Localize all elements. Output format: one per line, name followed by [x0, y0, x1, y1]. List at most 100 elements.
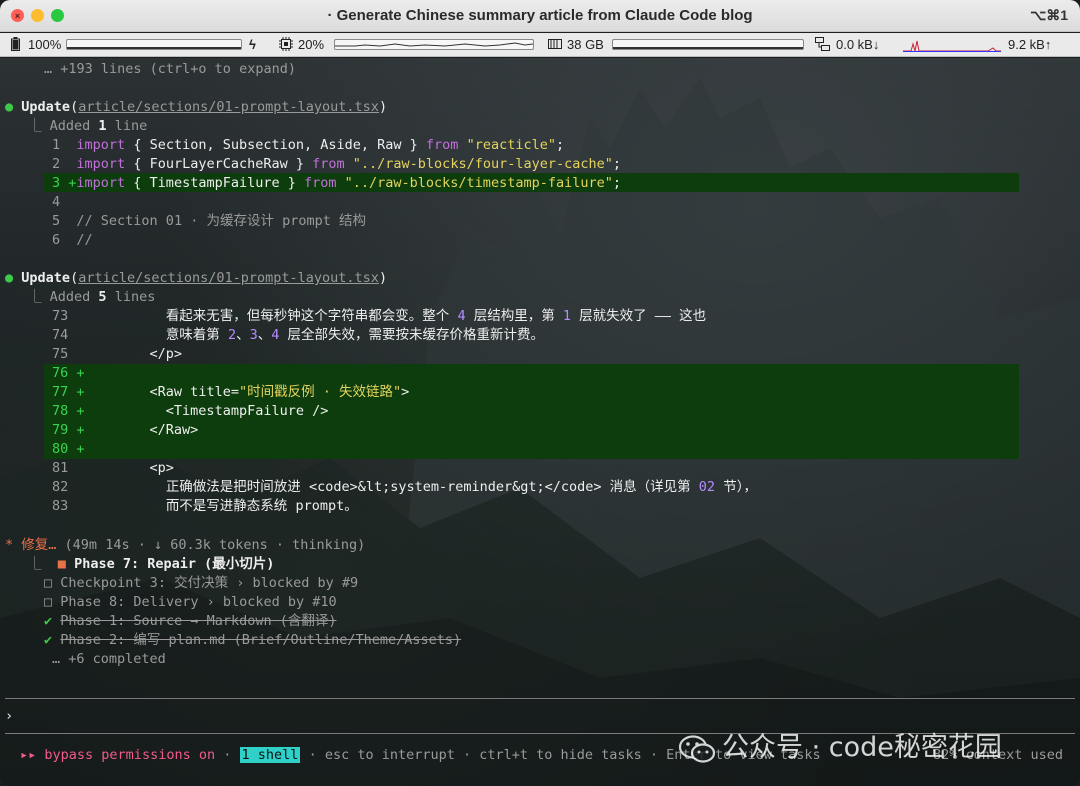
line-number: 78 +	[52, 403, 85, 419]
diff-line: 6 //	[52, 231, 93, 250]
line-number: 2	[52, 156, 61, 172]
summary-prefix: Added	[49, 118, 99, 134]
code: 、	[236, 327, 250, 343]
update-label: Update	[21, 270, 71, 286]
code: 意味着第	[165, 327, 228, 343]
code: 层结构里，第	[465, 308, 563, 324]
code: <p>	[149, 460, 174, 476]
update-label: Update	[21, 99, 71, 115]
cpu-graph	[334, 39, 534, 50]
diff-line-added: 76 +	[52, 364, 85, 383]
battery-bar	[66, 39, 242, 50]
summary-suffix: lines	[106, 289, 156, 305]
line-number: 82	[52, 479, 69, 495]
code: 层全部失效，需要按未缓存价格重新计费。	[279, 327, 545, 343]
status-dot-icon: ●	[5, 99, 14, 115]
task-text: Phase 2: 编写 plan.md (Brief/Outline/Theme…	[60, 632, 462, 648]
spinner-icon: *	[5, 537, 14, 553]
code: <TimestampFailure />	[165, 403, 329, 419]
keyword: import	[76, 175, 126, 191]
thinking-label: 修复…	[21, 537, 57, 553]
network-up-value: 9.2 kB↑	[1008, 37, 1052, 52]
string: "时间戳反例 · 失效链路"	[238, 384, 402, 400]
code: 节），	[715, 479, 757, 495]
task-text: Phase 7: Repair (最小切片)	[74, 556, 275, 572]
diff-line: 81 <p>	[52, 459, 174, 478]
title-bar: × · Generate Chinese summary article fro…	[0, 0, 1080, 32]
string: "../raw-blocks/four-layer-cache"	[352, 156, 613, 172]
line-number: 83	[52, 498, 69, 514]
line-number: 6	[52, 232, 61, 248]
keyword: from	[303, 175, 337, 191]
terminal-pane[interactable]: … +193 lines (ctrl+o to expand) ● Update…	[0, 58, 1080, 786]
line-number: 77 +	[52, 384, 85, 400]
prompt-input[interactable]: ›	[5, 707, 1075, 726]
code: ;	[612, 156, 622, 172]
window-shortcut: ⌥⌘1	[1030, 7, 1068, 23]
diff-line-added: 79 + </Raw>	[52, 421, 198, 440]
wechat-icon	[678, 734, 716, 763]
code: 层就失效了 —— 这也	[571, 308, 707, 324]
number: 3	[249, 327, 258, 343]
line-number: 5	[52, 213, 61, 229]
code: 、	[257, 327, 272, 343]
task-item-done: ✔ Phase 2: 编写 plan.md (Brief/Outline/The…	[44, 631, 461, 650]
check-icon: ✔	[44, 613, 53, 629]
collapsed-output[interactable]: … +193 lines (ctrl+o to expand)	[44, 60, 296, 79]
cpu-value: 20%	[298, 37, 325, 52]
thinking-meta: (49m 14s · ↓ 60.3k tokens · thinking)	[56, 537, 366, 553]
task-pending-icon: □	[44, 594, 53, 610]
line-number: 1	[52, 137, 61, 153]
diff-line: 74 意味着第 2、3、4 层全部失效，需要按未缓存价格重新计费。	[52, 326, 544, 345]
task-text: Phase 8: Delivery › blocked by #10	[60, 594, 337, 610]
task-item: □ Checkpoint 3: 交付决策 › blocked by #9	[44, 574, 358, 593]
diff-line: 2 import { FourLayerCacheRaw } from "../…	[52, 155, 621, 174]
task-item: □ Phase 8: Delivery › blocked by #10	[44, 593, 337, 612]
keyword: from	[425, 137, 459, 153]
keyword: from	[312, 156, 345, 172]
summary-prefix: Added	[49, 289, 99, 305]
line-number: 3 +	[52, 175, 77, 191]
task-item-active: ⎿ ■ Phase 7: Repair (最小切片)	[28, 556, 275, 572]
summary-count: 5	[98, 289, 107, 305]
line-number: 76 +	[52, 365, 85, 381]
update-entry-1[interactable]: ● Update(article/sections/01-prompt-layo…	[5, 98, 387, 117]
thinking-status: * 修复… (49m 14s · ↓ 60.3k tokens · thinki…	[5, 536, 365, 555]
bypass-permissions-toggle[interactable]: bypass permissions on	[44, 747, 215, 763]
line-number: 4	[52, 194, 61, 210]
code: >	[401, 384, 410, 400]
string: "reacticle"	[466, 137, 556, 153]
status-bar: 100% ϟ 20% 38 GB 0.0 kB↓ 9.2 kB↑	[0, 33, 1080, 57]
completed-count: … +6 completed	[52, 651, 166, 667]
update-path[interactable]: article/sections/01-prompt-layout.tsx	[78, 270, 379, 286]
code: { Section, Subsection, Aside, Raw }	[125, 137, 426, 153]
prompt-caret: ›	[5, 708, 14, 724]
check-icon: ✔	[44, 632, 53, 648]
code: 而不是写进静态系统 prompt。	[165, 498, 358, 514]
code: 看起来无害，但每秒钟这个字符串都会变。整个	[165, 308, 458, 324]
line-number: 75	[52, 346, 69, 362]
charging-icon: ϟ	[249, 37, 256, 52]
battery-icon	[11, 37, 20, 54]
update-entry-2[interactable]: ● Update(article/sections/01-prompt-layo…	[5, 269, 387, 288]
diff-line-added: 77 + <Raw title="时间戳反例 · 失效链路">	[52, 383, 409, 402]
task-text: Checkpoint 3: 交付决策 › blocked by #9	[60, 575, 359, 591]
line-number: 79 +	[52, 422, 85, 438]
task-pending-icon: □	[44, 575, 53, 591]
bypass-arrows-icon: ▸▸	[20, 747, 37, 763]
code: { FourLayerCacheRaw }	[125, 156, 313, 172]
network-down-value: 0.0 kB↓	[836, 37, 880, 52]
shell-badge[interactable]: 1 shell	[239, 747, 301, 763]
task-active-icon: ■	[57, 556, 66, 572]
battery-value: 100%	[28, 37, 62, 52]
update-path[interactable]: article/sections/01-prompt-layout.tsx	[78, 99, 379, 115]
number: 2	[227, 327, 237, 343]
network-icon	[815, 37, 830, 54]
diff-line: 75 </p>	[52, 345, 182, 364]
keyword: import	[76, 156, 126, 172]
diff-line: 4	[52, 193, 60, 212]
diff-line-added: 80 +	[52, 440, 85, 459]
network-graph	[903, 38, 1001, 52]
memory-bar	[612, 39, 804, 50]
code: ;	[555, 137, 565, 153]
